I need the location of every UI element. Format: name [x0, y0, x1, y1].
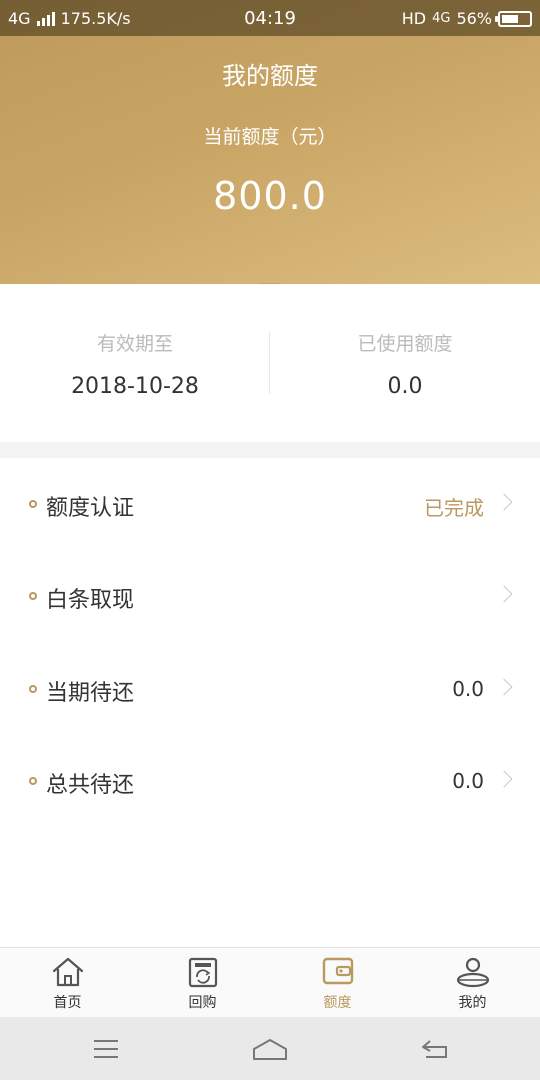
bullet-icon [29, 685, 37, 693]
used-quota-column: 已使用额度 0.0 [270, 284, 540, 442]
home-nav-icon[interactable] [252, 1037, 288, 1061]
wallet-icon [322, 957, 353, 985]
current-quota-value: 800.0 [213, 174, 327, 218]
bullet-icon [29, 500, 37, 508]
buyback-icon [188, 957, 217, 988]
list-item-status: 已完成 [424, 496, 484, 520]
chevron-right-icon [495, 678, 513, 696]
tab-quota[interactable]: 额度 [270, 948, 405, 1018]
validity-column: 有效期至 2018-10-28 [0, 284, 270, 442]
list-item-label: 当期待还 [46, 681, 135, 706]
tab-buyback[interactable]: 回购 [135, 948, 270, 1018]
chevron-right-icon [495, 585, 513, 603]
used-quota-value: 0.0 [387, 374, 423, 399]
menu-icon[interactable] [92, 1037, 120, 1061]
validity-label: 有效期至 [96, 333, 173, 355]
bullet-icon [29, 592, 37, 600]
tab-home[interactable]: 首页 [0, 948, 135, 1018]
list-item-label: 额度认证 [46, 496, 135, 521]
back-icon[interactable] [420, 1037, 450, 1061]
bottom-tab-bar: 首页 回购 额度 我的 [0, 947, 540, 1017]
status-bar: 4G 175.5K/s 04:19 HD 4G 56% [0, 0, 540, 36]
tab-label: 回购 [188, 995, 217, 1011]
quota-info: 有效期至 2018-10-28 已使用额度 0.0 [0, 284, 540, 442]
system-nav-bar [0, 1017, 540, 1080]
list-item-current-due[interactable]: 当期待还 0.0 [0, 643, 540, 735]
tab-label: 我的 [458, 995, 487, 1011]
list-item-value: 0.0 [452, 677, 484, 701]
list-item-cash-withdrawal[interactable]: 白条取现 [0, 550, 540, 642]
bullet-icon [29, 777, 37, 785]
validity-value: 2018-10-28 [71, 374, 199, 399]
tab-label: 首页 [53, 995, 82, 1011]
battery-icon [495, 10, 532, 27]
tab-profile[interactable]: 我的 [405, 948, 540, 1018]
status-right: HD 4G 56% [402, 9, 532, 28]
list-item-total-due[interactable]: 总共待还 0.0 [0, 735, 540, 827]
section-gap [0, 442, 540, 458]
list-item-label: 白条取现 [46, 588, 135, 613]
quota-header: 4G 175.5K/s 04:19 HD 4G 56% 我的额度 当前额度（元）… [0, 0, 540, 284]
used-quota-label: 已使用额度 [357, 333, 453, 355]
profile-icon [456, 957, 489, 988]
chevron-right-icon [495, 770, 513, 788]
home-icon [52, 957, 83, 987]
list-item-label: 总共待还 [46, 773, 135, 798]
chevron-right-icon [495, 493, 513, 511]
list-item-quota-verification[interactable]: 额度认证 已完成 [0, 458, 540, 550]
battery-percent: 56% [456, 9, 492, 28]
network-type-right: 4G [432, 11, 451, 26]
current-quota-label: 当前额度（元） [203, 126, 337, 148]
hd-badge: HD [401, 9, 427, 28]
tab-label: 额度 [323, 995, 352, 1011]
page-title: 我的额度 [222, 62, 318, 90]
list-item-value: 0.0 [452, 769, 484, 793]
